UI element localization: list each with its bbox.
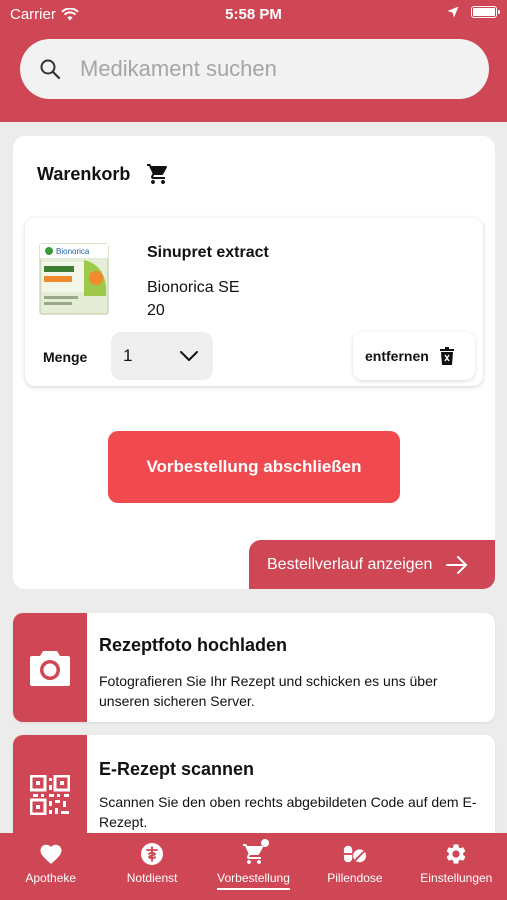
- notification-dot: [260, 839, 269, 847]
- tab-label: Vorbestellung: [217, 871, 290, 890]
- tab-label: Apotheke: [25, 871, 77, 885]
- status-right: [447, 6, 500, 18]
- tab-label: Notdienst: [126, 871, 178, 885]
- order-history-label: Bestellverlauf anzeigen: [267, 555, 433, 573]
- cart-title: Warenkorb: [37, 164, 131, 184]
- feature-description: Scannen Sie den oben rechts abgebildeten…: [99, 794, 477, 830]
- quantity-value: 1: [123, 346, 133, 365]
- order-history-button[interactable]: Bestellverlauf anzeigen: [249, 540, 495, 589]
- product-manufacturer: Bionorica SE: [147, 279, 240, 296]
- remove-button[interactable]: entfernen: [353, 332, 475, 380]
- product-image-brand: Bionorica: [56, 247, 90, 256]
- header: Carrier 5:58 PM: [0, 0, 507, 122]
- battery-icon: [471, 6, 500, 18]
- feature-title: E-Rezept scannen: [99, 759, 255, 779]
- search-bar[interactable]: [20, 39, 489, 99]
- product-image: Bionorica: [39, 243, 109, 315]
- product-name: Sinupret extract: [147, 244, 269, 261]
- chevron-down-icon: [180, 351, 198, 361]
- search-input[interactable]: [80, 56, 460, 82]
- location-arrow-icon: [447, 6, 459, 18]
- cart-item: Bionorica Sinupret extract Bionorica SE …: [25, 218, 483, 386]
- heart-icon: [39, 842, 63, 866]
- tab-vorbestellung[interactable]: Vorbestellung: [203, 833, 304, 900]
- emergency-icon: [140, 842, 164, 866]
- upload-prescription-icon-box: [13, 613, 87, 722]
- arrow-right-icon: [446, 555, 468, 574]
- tab-einstellungen[interactable]: Einstellungen: [406, 833, 507, 900]
- product-pack-size: 20: [147, 302, 165, 319]
- status-bar: Carrier 5:58 PM: [0, 0, 507, 28]
- tab-notdienst[interactable]: Notdienst: [101, 833, 202, 900]
- remove-label: entfernen: [365, 348, 429, 364]
- tab-label: Pillendose: [327, 871, 383, 885]
- quantity-label: Menge: [43, 349, 88, 365]
- quantity-select[interactable]: 1: [111, 332, 213, 380]
- cart-card: Warenkorb Bionorica Sinupret extract Bio…: [13, 136, 495, 589]
- trash-icon: [439, 347, 454, 365]
- tab-bar: Apotheke Notdienst Vorbestellung Pillend…: [0, 833, 507, 900]
- cart-icon: [147, 164, 168, 184]
- upload-prescription-card[interactable]: Rezeptfoto hochladen Fotografieren Sie I…: [13, 613, 495, 722]
- feature-title: Rezeptfoto hochladen: [99, 635, 287, 655]
- checkout-button[interactable]: Vorbestellung abschließen: [108, 431, 400, 503]
- qr-code-icon: [30, 775, 70, 815]
- gear-icon: [444, 842, 468, 866]
- pills-icon: [343, 842, 367, 866]
- search-icon: [38, 57, 62, 81]
- tab-apotheke[interactable]: Apotheke: [0, 833, 101, 900]
- tab-pillendose[interactable]: Pillendose: [304, 833, 405, 900]
- status-time: 5:58 PM: [225, 6, 282, 23]
- feature-description: Fotografieren Sie Ihr Rezept und schicke…: [99, 673, 438, 709]
- tab-label: Einstellungen: [420, 871, 493, 885]
- camera-icon: [30, 650, 70, 686]
